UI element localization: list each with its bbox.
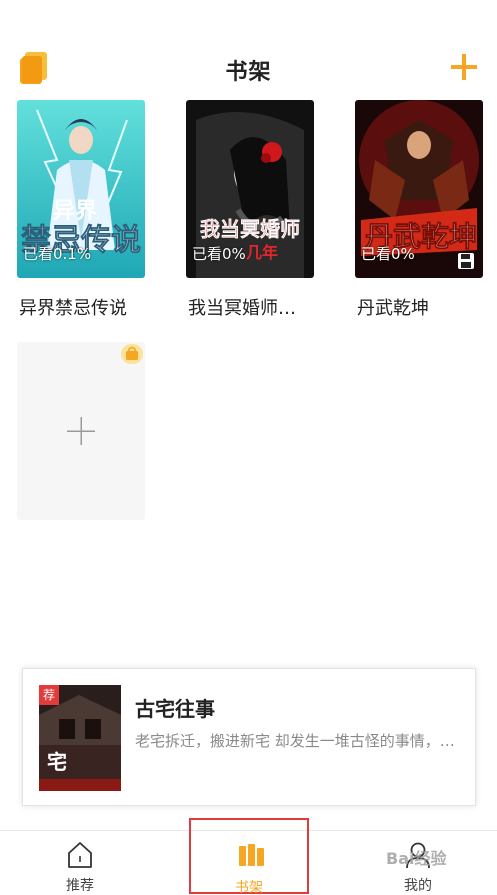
svg-text:宅: 宅 — [47, 750, 67, 774]
recommend-card[interactable]: 宅 荐 古宅往事 老宅拆迁，搬进新宅 却发生一堆古怪的事情，… — [22, 668, 476, 806]
plus-icon[interactable] — [447, 50, 481, 84]
download-saved-icon — [458, 253, 474, 269]
book-title[interactable]: 我当冥婚师… — [188, 294, 348, 320]
svg-text:几年: 几年 — [246, 243, 278, 262]
book-cover[interactable]: 丹武乾坤 已看0% — [355, 100, 483, 278]
read-progress: 已看0% — [192, 245, 246, 263]
svg-text:我当冥婚师: 我当冥婚师 — [200, 217, 300, 241]
watermark: Bai经验 — [386, 849, 447, 868]
recommend-title[interactable]: 古宅往事 — [135, 693, 215, 722]
tab-label: 推荐 — [66, 878, 94, 894]
book-cover[interactable]: 我当冥婚师 几年 已看0% — [186, 100, 314, 278]
bookshelf-icon — [239, 844, 264, 866]
tab-bookshelf[interactable]: 书架 — [189, 818, 309, 895]
header: 书架 — [0, 40, 497, 96]
tab-recommend[interactable]: 推荐 — [20, 831, 140, 895]
book-cover[interactable]: 异界 禁忌传说 已看0.1% — [17, 100, 145, 278]
read-progress: 已看0.1% — [23, 245, 92, 263]
read-progress: 已看0% — [361, 245, 415, 263]
recommend-tag: 荐 — [39, 685, 59, 705]
book-item[interactable]: 我当冥婚师 几年 已看0% 我当冥婚师… — [186, 100, 314, 319]
book-title[interactable]: 异界禁忌传说 — [19, 294, 179, 320]
cover-title-text: 异界 — [53, 198, 97, 224]
book-item[interactable]: 异界 禁忌传说 已看0.1% 异界禁忌传说 — [17, 100, 145, 319]
recommend-description: 老宅拆迁，搬进新宅 却发生一堆古怪的事情，… — [135, 732, 455, 750]
book-title[interactable]: 丹武乾坤 — [357, 294, 497, 320]
tab-label: 书架 — [235, 880, 263, 895]
shopping-bag-icon — [121, 344, 143, 364]
recommend-cover[interactable]: 宅 荐 — [39, 685, 121, 791]
book-item[interactable]: 丹武乾坤 已看0% 丹武乾坤 — [355, 100, 483, 319]
page-title: 书架 — [225, 60, 272, 85]
home-icon — [68, 842, 92, 868]
add-book-slot[interactable] — [17, 342, 145, 520]
tab-label: 我的 — [404, 878, 432, 894]
plus-icon — [67, 417, 95, 445]
